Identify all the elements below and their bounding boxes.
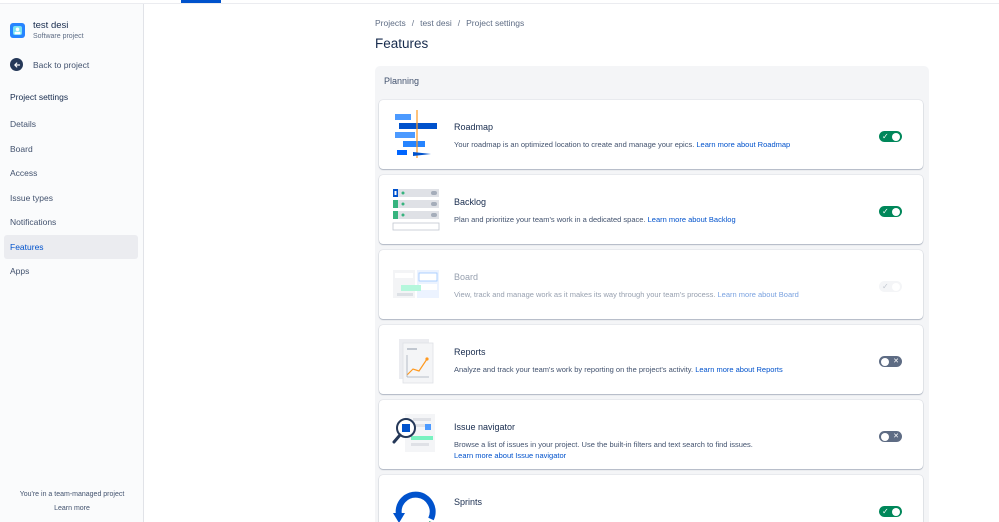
sidebar-item-issue-types[interactable]: Issue types xyxy=(4,186,138,211)
feature-card-reports: Reports Analyze and track your team's wo… xyxy=(379,325,923,394)
learn-more-link[interactable]: Learn more xyxy=(0,504,144,514)
breadcrumb: Projects / test desi / Project settings xyxy=(375,18,524,28)
feature-title: Reports xyxy=(454,347,486,357)
feature-desc-text: Your roadmap is an optimized location to… xyxy=(454,140,695,149)
feature-description: Browse a list of issues in your project.… xyxy=(454,439,854,461)
breadcrumb-projects[interactable]: Projects xyxy=(375,18,406,28)
sidebar-nav: Details Board Access Issue types Notific… xyxy=(4,112,138,284)
feature-desc-text: Browse a list of issues in your project.… xyxy=(454,440,753,449)
learn-more-board-link[interactable]: Learn more about Board xyxy=(718,290,799,299)
back-to-project-label: Back to project xyxy=(33,59,90,70)
sprints-toggle[interactable]: ✓ xyxy=(879,506,902,517)
check-icon: ✓ xyxy=(882,282,889,291)
sidebar-item-access[interactable]: Access xyxy=(4,161,138,186)
feature-title: Backlog xyxy=(454,197,487,207)
planning-title: Planning xyxy=(384,76,420,86)
learn-more-roadmap-link[interactable]: Learn more about Roadmap xyxy=(696,140,790,149)
feature-card-issue-navigator: Issue navigator Browse a list of issues … xyxy=(379,400,923,469)
arrow-left-icon xyxy=(10,58,23,71)
breadcrumb-project[interactable]: test desi xyxy=(420,18,452,28)
issue-navigator-illustration-icon xyxy=(391,410,441,460)
feature-description: View, track and manage work as it makes … xyxy=(454,289,854,300)
roadmap-toggle[interactable]: ✓ xyxy=(879,131,902,142)
feature-description: Plan and prioritize your team's work in … xyxy=(454,214,854,225)
breadcrumb-separator: / xyxy=(457,18,461,28)
project-type: Software project xyxy=(33,33,84,40)
learn-more-reports-link[interactable]: Learn more about Reports xyxy=(695,365,783,374)
sidebar-item-details[interactable]: Details xyxy=(4,112,138,137)
board-toggle[interactable]: ✓ xyxy=(879,281,902,292)
feature-title: Roadmap xyxy=(454,122,494,132)
feature-card-sprints: Sprints ✓ xyxy=(379,475,923,522)
sidebar-item-board[interactable]: Board xyxy=(4,137,138,162)
feature-desc-text: Analyze and track your team's work by re… xyxy=(454,365,694,374)
page-title: Features xyxy=(375,36,429,51)
issue-navigator-toggle[interactable]: ✕ xyxy=(879,431,902,442)
reports-toggle[interactable]: ✕ xyxy=(879,356,902,367)
reports-illustration-icon xyxy=(391,335,441,385)
backlog-illustration-icon xyxy=(391,185,441,235)
feature-desc-text: View, track and manage work as it makes … xyxy=(454,290,716,299)
sidebar-item-apps[interactable]: Apps xyxy=(4,259,138,284)
learn-more-issue-navigator-link[interactable]: Learn more about Issue navigator xyxy=(454,451,566,460)
project-header[interactable]: test desi Software project xyxy=(10,20,84,42)
sidebar-item-notifications[interactable]: Notifications xyxy=(4,210,138,235)
breadcrumb-project-settings[interactable]: Project settings xyxy=(466,18,524,28)
project-name: test desi xyxy=(33,20,69,31)
feature-desc-text: Plan and prioritize your team's work in … xyxy=(454,215,646,224)
feature-card-roadmap: Roadmap Your roadmap is an optimized loc… xyxy=(379,100,923,169)
feature-description: Your roadmap is an optimized location to… xyxy=(454,139,854,150)
back-to-project-link[interactable]: Back to project xyxy=(10,58,89,71)
feature-title: Issue navigator xyxy=(454,422,516,432)
team-managed-note: You're in a team-managed project xyxy=(19,491,125,498)
sidebar-footer: You're in a team-managed project Learn m… xyxy=(0,490,144,514)
board-illustration-icon xyxy=(391,260,441,310)
project-avatar-icon xyxy=(10,23,25,38)
feature-card-board: Board View, track and manage work as it … xyxy=(379,250,923,319)
sidebar: test desi Software project Back to proje… xyxy=(0,4,144,522)
learn-more-backlog-link[interactable]: Learn more about Backlog xyxy=(648,215,736,224)
close-icon: ✕ xyxy=(893,358,899,365)
feature-title: Board xyxy=(454,272,479,282)
top-divider xyxy=(0,3,999,4)
check-icon: ✓ xyxy=(882,132,889,141)
planning-panel: Planning Roadmap Your roadmap is an opti… xyxy=(375,66,929,522)
sprints-illustration-icon xyxy=(391,485,441,522)
close-icon: ✕ xyxy=(893,433,899,440)
sidebar-section-title: Project settings xyxy=(10,92,69,102)
check-icon: ✓ xyxy=(882,507,889,516)
feature-title: Sprints xyxy=(454,497,483,507)
feature-description: Analyze and track your team's work by re… xyxy=(454,364,854,375)
feature-card-backlog: Backlog Plan and prioritize your team's … xyxy=(379,175,923,244)
roadmap-illustration-icon xyxy=(391,110,441,160)
breadcrumb-separator: / xyxy=(411,18,415,28)
check-icon: ✓ xyxy=(882,207,889,216)
backlog-toggle[interactable]: ✓ xyxy=(879,206,902,217)
sidebar-item-features[interactable]: Features xyxy=(4,234,138,259)
